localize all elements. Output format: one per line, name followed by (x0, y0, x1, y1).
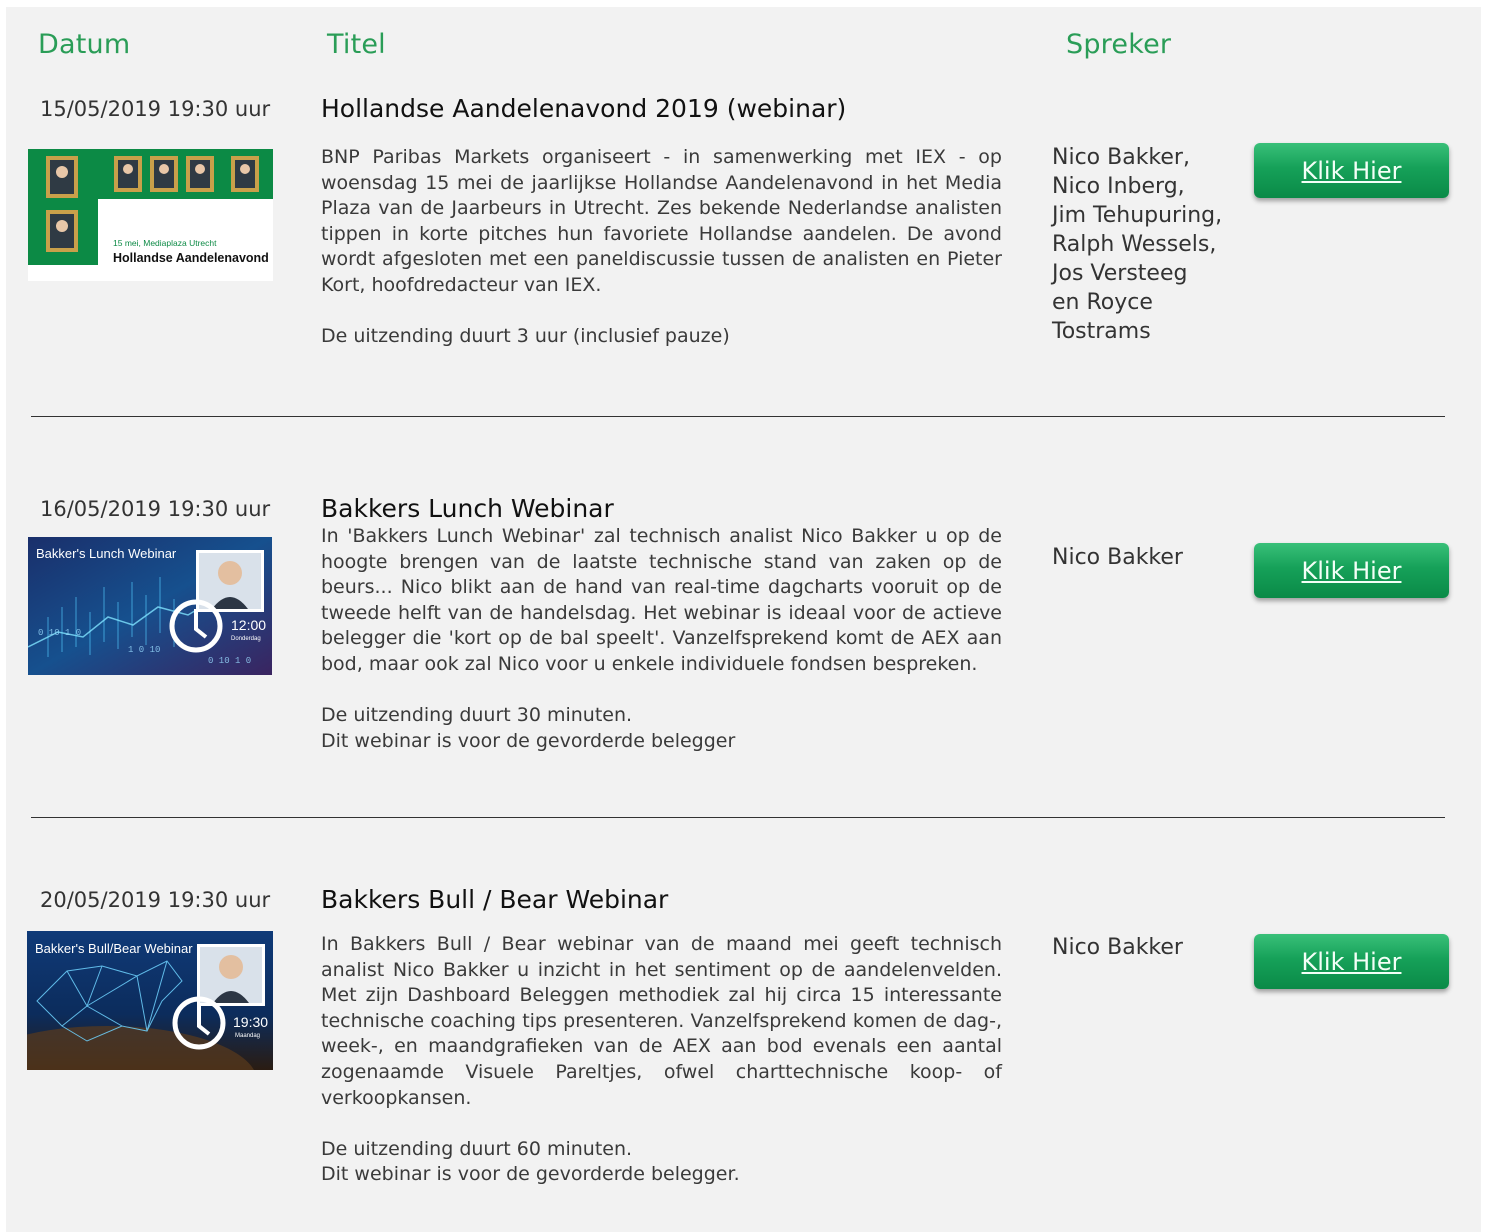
speaker-name: Nico Inberg, (1052, 174, 1185, 199)
thumbnail-caption: Bakker's Lunch Webinar (36, 546, 177, 561)
event-speakers: Nico Bakker (1052, 543, 1232, 572)
svg-text:0 10 1 0: 0 10 1 0 (38, 628, 81, 638)
speaker-name: Jim Tehupuring, (1052, 203, 1223, 228)
speaker-name: en Royce (1052, 290, 1153, 315)
row-divider (31, 817, 1445, 818)
speaker-name: Ralph Wessels, (1052, 232, 1217, 257)
column-header-title: Titel (327, 29, 386, 60)
svg-text:0 10 1 0: 0 10 1 0 (208, 656, 251, 666)
event-title: Bakkers Bull / Bear Webinar (321, 885, 669, 914)
thumbnail-caption: 15 mei, Mediaplaza Utrecht (113, 238, 217, 248)
speaker-name: Nico Bakker (1052, 545, 1183, 570)
event-date: 20/05/2019 19:30 uur (40, 888, 271, 912)
description-duration: De uitzending duurt 60 minuten. (321, 1137, 633, 1160)
description-text: In Bakkers Bull / Bear webinar van de ma… (321, 933, 1002, 1109)
event-date: 15/05/2019 19:30 uur (40, 97, 271, 121)
column-header-speaker: Spreker (1066, 29, 1172, 60)
description-audience: Dit webinar is voor de gevorderde belegg… (321, 729, 736, 752)
speaker-name: Jos Versteeg (1052, 261, 1188, 286)
description-audience: Dit webinar is voor de gevorderde belegg… (321, 1163, 740, 1186)
event-description: In Bakkers Bull / Bear webinar van de ma… (321, 932, 1002, 1188)
event-description: BNP Paribas Markets organiseert - in sam… (321, 145, 1002, 350)
thumbnail-day: Maandag (235, 1033, 260, 1039)
klik-hier-button[interactable]: Klik Hier (1254, 143, 1449, 198)
column-header-date: Datum (38, 29, 131, 60)
description-text: BNP Paribas Markets organiseert - in sam… (321, 146, 1002, 296)
event-title: Hollandse Aandelenavond 2019 (webinar) (321, 94, 847, 123)
description-duration: De uitzending duurt 30 minuten. (321, 704, 633, 727)
event-thumbnail: Bakker's Bull/Bear Webinar 19:30 Maandag (27, 931, 273, 1070)
thumbnail-day: Donderdag (231, 636, 261, 642)
event-date: 16/05/2019 19:30 uur (40, 497, 271, 521)
speaker-name: Nico Bakker (1052, 935, 1183, 960)
event-thumbnail: 0 10 1 0 1 0 10 0 10 1 0 Bakker's Lunch … (28, 537, 272, 675)
speaker-name: Tostrams (1052, 319, 1151, 344)
event-speakers: Nico Bakker (1052, 933, 1232, 962)
row-divider (31, 416, 1445, 417)
event-thumbnail: 15 mei, Mediaplaza Utrecht Hollandse Aan… (28, 149, 273, 281)
event-description: In 'Bakkers Lunch Webinar' zal technisch… (321, 524, 1002, 754)
svg-text:1 0 10: 1 0 10 (128, 645, 160, 655)
event-speakers: Nico Bakker, Nico Inberg, Jim Tehupuring… (1052, 143, 1232, 346)
event-title: Bakkers Lunch Webinar (321, 494, 614, 523)
thumbnail-time: 12:00 (231, 617, 266, 633)
description-text: In 'Bakkers Lunch Webinar' zal technisch… (321, 525, 1002, 675)
thumbnail-title: Hollandse Aandelenavond (113, 251, 269, 265)
klik-hier-button[interactable]: Klik Hier (1254, 934, 1449, 989)
thumbnail-time: 19:30 (233, 1014, 268, 1030)
description-duration: De uitzending duurt 3 uur (inclusief pau… (321, 325, 730, 348)
klik-hier-button[interactable]: Klik Hier (1254, 543, 1449, 598)
thumbnail-caption: Bakker's Bull/Bear Webinar (35, 941, 193, 956)
speaker-name: Nico Bakker, (1052, 145, 1190, 170)
